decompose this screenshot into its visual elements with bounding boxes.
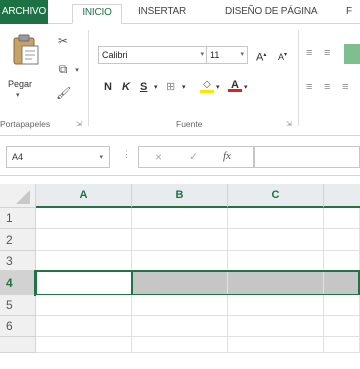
cell-d2[interactable] <box>324 229 360 251</box>
paste-icon[interactable] <box>10 34 40 66</box>
cell-b3[interactable] <box>132 251 228 271</box>
cell-c2[interactable] <box>228 229 324 251</box>
font-size-dropdown-icon[interactable]: ▾ <box>240 47 244 63</box>
cell-d1[interactable] <box>324 208 360 229</box>
tab-page-layout[interactable]: DISEÑO DE PÁGINA <box>225 4 318 24</box>
align-right-icon[interactable]: ≡ <box>342 80 348 94</box>
row-header-7[interactable] <box>0 337 36 353</box>
select-all-corner[interactable] <box>0 184 36 208</box>
cell-a1[interactable] <box>36 208 132 229</box>
row-header-3[interactable]: 3 <box>0 251 36 271</box>
cell-a5[interactable] <box>36 295 132 316</box>
italic-button[interactable]: K <box>122 80 130 94</box>
tab-more[interactable]: F <box>346 4 352 24</box>
enter-icon[interactable]: ✓ <box>189 150 198 163</box>
column-header-b[interactable]: B <box>132 184 228 208</box>
font-name-dropdown-icon[interactable]: ▾ <box>200 47 204 63</box>
paste-dropdown-icon[interactable]: ▾ <box>16 91 20 99</box>
formula-bar: A4 ▾ ⋮ × ✓ fx <box>0 136 360 176</box>
cell-d7[interactable] <box>324 337 360 353</box>
tab-insert[interactable]: INSERTAR <box>138 4 186 24</box>
row-header-2[interactable]: 2 <box>0 229 36 251</box>
fill-color-dropdown-icon[interactable]: ▾ <box>216 81 220 95</box>
cut-icon[interactable]: ✂ <box>56 34 70 48</box>
cell-a6[interactable] <box>36 316 132 337</box>
row-header-6[interactable]: 6 <box>0 316 36 337</box>
font-size-select[interactable]: 11 ▾ <box>206 46 248 64</box>
cell-b7[interactable] <box>132 337 228 353</box>
column-header-c[interactable]: C <box>228 184 324 208</box>
cell-c1[interactable] <box>228 208 324 229</box>
copy-icon[interactable]: ⧉ <box>56 62 70 76</box>
cell-a2[interactable] <box>36 229 132 251</box>
group-separator <box>298 30 299 126</box>
active-cell-a4[interactable] <box>35 270 133 296</box>
cell-c3[interactable] <box>228 251 324 271</box>
cell-b4[interactable] <box>132 271 228 295</box>
font-color-dropdown-icon[interactable]: ▾ <box>244 81 248 95</box>
formula-input[interactable] <box>254 146 360 168</box>
format-painter-icon[interactable]: 🖌 <box>56 86 71 100</box>
column-header-a[interactable]: A <box>36 184 132 208</box>
wrap-text-icon[interactable] <box>344 44 360 64</box>
row-header-1[interactable]: 1 <box>0 208 36 229</box>
clipboard-launcher-icon[interactable]: ⇲ <box>76 120 82 128</box>
grow-font-icon[interactable]: A▴ <box>256 48 266 65</box>
cell-c7[interactable] <box>228 337 324 353</box>
paste-button-label[interactable]: Pegar <box>8 79 32 89</box>
column-header-d[interactable] <box>324 184 360 208</box>
cell-a3[interactable] <box>36 251 132 271</box>
borders-dropdown-icon[interactable]: ▾ <box>182 81 186 95</box>
fill-color-icon[interactable]: ◇ <box>200 78 214 93</box>
underline-dropdown-icon[interactable]: ▾ <box>154 81 158 95</box>
cell-d4[interactable] <box>324 271 360 295</box>
cell-d3[interactable] <box>324 251 360 271</box>
worksheet-grid: A B C 1 2 3 4 5 6 <box>0 184 360 369</box>
select-all-icon <box>16 190 30 204</box>
cell-d6[interactable] <box>324 316 360 337</box>
cell-c5[interactable] <box>228 295 324 316</box>
ribbon-tab-bar: ARCHIVO INICIO INSERTAR DISEÑO DE PÁGINA… <box>0 0 360 24</box>
align-center-icon[interactable]: ≡ <box>324 80 330 94</box>
font-name-value: Calibri <box>102 50 128 60</box>
bold-button[interactable]: N <box>104 80 112 94</box>
cell-a7[interactable] <box>36 337 132 353</box>
font-launcher-icon[interactable]: ⇲ <box>286 120 292 128</box>
align-middle-icon[interactable]: ≡ <box>324 46 330 60</box>
name-box-value: A4 <box>12 152 24 162</box>
tab-file[interactable]: ARCHIVO <box>0 0 48 24</box>
insert-function-icon[interactable]: fx <box>223 150 231 162</box>
cell-d5[interactable] <box>324 295 360 316</box>
borders-icon[interactable]: ⊞ <box>166 80 175 94</box>
font-group-label: Fuente <box>176 119 203 129</box>
cell-c4[interactable] <box>228 271 324 295</box>
copy-dropdown-icon[interactable]: ▾ <box>70 64 84 78</box>
cell-b2[interactable] <box>132 229 228 251</box>
name-box[interactable]: A4 ▾ <box>6 146 110 168</box>
cell-b1[interactable] <box>132 208 228 229</box>
font-size-value: 11 <box>210 50 220 60</box>
ribbon: Pegar ▾ ✂ ⧉ ▾ 🖌 Portapapeles ⇲ Calibri ▾… <box>0 24 360 136</box>
name-box-dropdown-icon[interactable]: ▾ <box>99 148 103 168</box>
cancel-icon[interactable]: × <box>155 150 162 164</box>
underline-button[interactable]: S <box>140 80 147 94</box>
font-name-select[interactable]: Calibri ▾ <box>98 46 208 64</box>
clipboard-group-label: Portapapeles <box>0 119 51 129</box>
formula-bar-splitter-icon[interactable]: ⋮ <box>122 149 131 160</box>
tab-home[interactable]: INICIO <box>72 4 122 24</box>
group-separator <box>88 30 89 126</box>
row-header-4[interactable]: 4 <box>0 271 36 295</box>
align-top-icon[interactable]: ≡ <box>306 46 312 60</box>
cell-b6[interactable] <box>132 316 228 337</box>
formula-buttons: × ✓ fx <box>138 146 254 168</box>
shrink-font-icon[interactable]: A▾ <box>278 48 287 64</box>
cell-b5[interactable] <box>132 295 228 316</box>
cell-c6[interactable] <box>228 316 324 337</box>
row-header-5[interactable]: 5 <box>0 295 36 316</box>
align-left-icon[interactable]: ≡ <box>306 80 312 94</box>
font-color-icon[interactable]: A <box>228 78 242 92</box>
